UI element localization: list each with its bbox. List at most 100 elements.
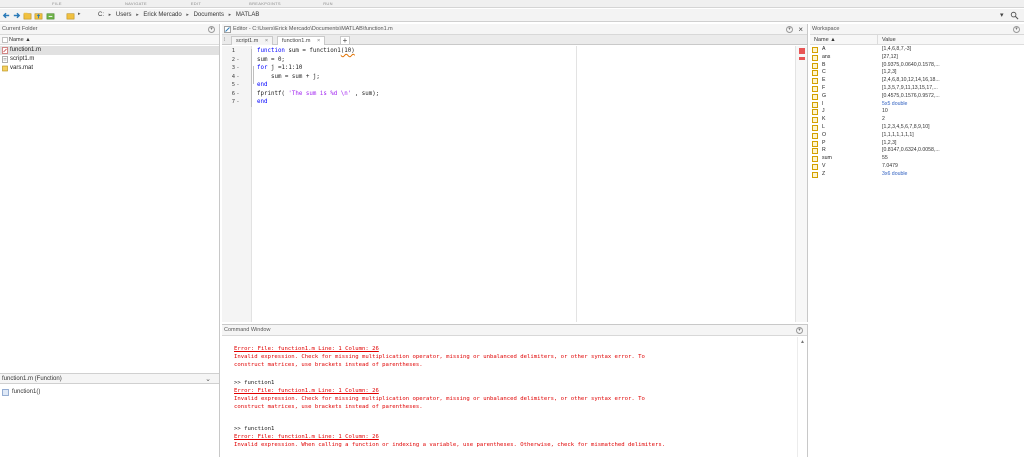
code-line-5[interactable]: end	[257, 81, 267, 90]
workspace-variable-row[interactable]: sum 55	[810, 155, 1024, 163]
panel-title-text: Workspace	[812, 26, 840, 32]
tab-navigate[interactable]: NAVIGATE	[116, 0, 156, 8]
crumb-drive[interactable]: C:	[98, 12, 104, 18]
scroll-up-icon[interactable]: ▲	[800, 339, 805, 345]
breakpoint-marker[interactable]: -	[237, 98, 241, 107]
workspace-variable-row[interactable]: Z 3x6 double	[810, 171, 1024, 179]
up-folder-icon[interactable]	[34, 11, 43, 20]
workspace-variable-row[interactable]: A [1,4,6,8,7,-3]	[810, 46, 1024, 54]
workspace-variable-row[interactable]: O [1,1,1,1,1,1,1]	[810, 132, 1024, 140]
error-marker[interactable]	[799, 57, 805, 60]
breakpoint-marker[interactable]: -	[237, 56, 241, 65]
tab-edit[interactable]: EDIT	[181, 0, 211, 8]
crumb-users[interactable]: Users	[116, 12, 132, 18]
workspace-variable-row[interactable]: P [1,2,3]	[810, 140, 1024, 148]
workspace-variable-row[interactable]: B [0.9375,0.0640,0.1578,...	[810, 62, 1024, 70]
string-literal: 'The sum is %d \n'	[288, 90, 352, 97]
variable-value: 7.0479	[882, 163, 898, 169]
workspace-variable-row[interactable]: E [2,4,6,8,10,12,14,16,18...	[810, 77, 1024, 85]
variable-icon	[812, 70, 818, 77]
workspace-variable-row[interactable]: J 10	[810, 108, 1024, 116]
file-item-vars[interactable]: vars.mat	[0, 64, 219, 73]
workspace-variable-row[interactable]: F [1,3,5,7,9,11,13,15,17,...	[810, 85, 1024, 93]
name-column-header[interactable]: Name ▲	[814, 35, 836, 45]
details-panel-header[interactable]: function1.m (Function) ⌄	[0, 373, 219, 384]
tab-file[interactable]: FILE	[42, 0, 72, 8]
forward-icon[interactable]	[12, 11, 21, 20]
chevron-down-icon[interactable]: ⌄	[205, 374, 211, 385]
column-divider[interactable]	[877, 35, 878, 45]
search-icon[interactable]	[1010, 11, 1019, 20]
variable-name: L	[822, 124, 825, 130]
workspace-variable-row[interactable]: C [1,2,3]	[810, 69, 1024, 77]
new-tab-button[interactable]: +	[340, 36, 350, 45]
close-icon[interactable]: ×	[798, 24, 803, 35]
tab-function1[interactable]: function1.m ×	[277, 36, 326, 45]
crumb-documents[interactable]: Documents	[194, 12, 224, 18]
tab-scroll-icon[interactable]: ⁞	[224, 36, 230, 45]
workspace-variable-row[interactable]: K2	[810, 116, 1024, 124]
breakpoint-marker[interactable]: -	[237, 81, 241, 90]
crumb-user[interactable]: Erick Mercado	[143, 12, 181, 18]
new-folder-icon[interactable]	[23, 11, 32, 20]
workspace-variable-row[interactable]: ans [27,12]	[810, 54, 1024, 62]
workspace-variable-row[interactable]: L [1,2,3,4,5,6,7,8,9,10]	[810, 124, 1024, 132]
tab-breakpoints[interactable]: BREAKPOINTS	[240, 0, 290, 8]
chevron-down-icon[interactable]: ▾	[1000, 10, 1004, 21]
back-icon[interactable]	[2, 11, 11, 20]
error-indicator-icon[interactable]	[799, 48, 805, 54]
workspace-variable-row[interactable]: I 5x5 double	[810, 101, 1024, 109]
error-line[interactable]: Error: File: function1.m Line: 1 Column:…	[234, 387, 379, 395]
close-icon[interactable]: ×	[265, 38, 268, 44]
crumb-sep: ▸	[228, 12, 232, 18]
tab-run[interactable]: RUN	[313, 0, 343, 8]
line-number: 1	[231, 48, 235, 54]
panel-menu-icon[interactable]: ▾	[208, 26, 215, 33]
variable-value: [1,2,3,4,5,6,7,8,9,10]	[882, 124, 930, 130]
panel-menu-icon[interactable]: ▾	[786, 26, 793, 33]
workspace-variable-row[interactable]: R [0.8147,0.6324,0.0058,...	[810, 147, 1024, 155]
variable-icon	[812, 62, 818, 69]
code-text: j =1:1:10	[267, 65, 303, 71]
variable-name: P	[822, 139, 826, 146]
breakpoint-marker[interactable]: -	[237, 64, 241, 73]
close-icon[interactable]: ×	[317, 38, 320, 44]
workspace-variable-row[interactable]: G [0.4575,0.1576,0.9572,...	[810, 93, 1024, 101]
crumb-matlab[interactable]: MATLAB	[236, 12, 260, 18]
details-title: function1.m (Function)	[2, 376, 62, 382]
code-line-1[interactable]: function sum = function1(10)	[257, 47, 355, 56]
file-item-function1[interactable]: function1.m	[0, 46, 219, 55]
command-window-scrollbar[interactable]: ▲	[797, 337, 807, 457]
workspace-variable-row[interactable]: V 7.0479	[810, 163, 1024, 171]
command-window[interactable]: Command Window ▾ Error: File: function1.…	[222, 324, 808, 457]
browse-folder-icon[interactable]	[46, 11, 55, 20]
variable-value: 2	[882, 116, 885, 123]
variable-icon	[812, 148, 818, 155]
tab-script1[interactable]: script1.m ×	[231, 36, 274, 45]
panel-menu-icon[interactable]: ▾	[796, 327, 803, 334]
editor-scrollbar[interactable]	[795, 46, 807, 322]
error-line[interactable]: Error: File: function1.m Line: 1 Column:…	[234, 433, 379, 441]
panel-menu-icon[interactable]: ▾	[1013, 26, 1020, 33]
workspace-header: Name ▲ Value	[810, 35, 1024, 45]
variable-icon	[812, 101, 818, 108]
variable-icon	[812, 78, 818, 85]
variable-name: sum	[822, 155, 832, 162]
variable-value: [1,3,5,7,9,11,13,15,17,...	[882, 85, 938, 91]
current-folder-panel: Current Folder ▾ Name ▲ function1.m scri…	[0, 24, 220, 457]
breadcrumb[interactable]: C: ▸ Users ▸ Erick Mercado ▸ Documents ▸…	[98, 9, 262, 22]
code-line-7[interactable]: end	[257, 98, 267, 107]
code-line-2[interactable]: sum = 0;	[257, 56, 285, 65]
error-link[interactable]: Error: File: function1.m Line: 1 Column:…	[234, 434, 379, 440]
code-line-6[interactable]: fprintf( 'The sum is %d \n' , sum);	[257, 90, 379, 99]
value-column-header[interactable]: Value	[882, 35, 896, 45]
error-link[interactable]: Error: File: function1.m Line: 1 Column:…	[234, 346, 379, 352]
code-line-3[interactable]: for j =1:1:10	[257, 64, 302, 73]
file-item-script1[interactable]: script1.m	[0, 55, 219, 64]
name-column-header[interactable]: Name ▲	[0, 35, 219, 45]
breakpoint-marker[interactable]: -	[237, 90, 241, 99]
breakpoint-marker[interactable]: -	[237, 73, 241, 82]
error-link[interactable]: Error: File: function1.m Line: 1 Column:…	[234, 388, 379, 394]
error-line[interactable]: Error: File: function1.m Line: 1 Column:…	[234, 345, 379, 353]
code-line-4[interactable]: sum = sum + j;	[257, 73, 320, 82]
